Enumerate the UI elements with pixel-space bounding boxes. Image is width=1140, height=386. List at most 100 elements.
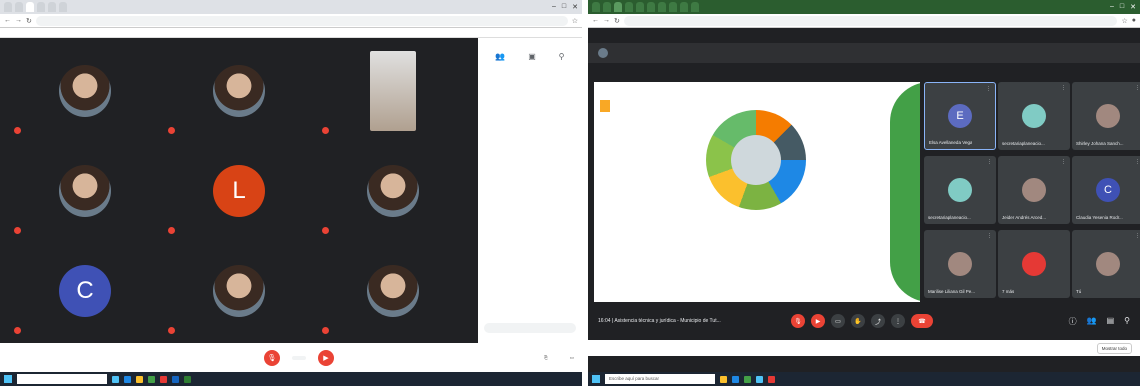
windows-start-icon[interactable] [4, 375, 12, 383]
participant-tile[interactable]: ⋮ secretariaplaneacio... [998, 82, 1070, 150]
maximize-icon[interactable]: □ [1120, 3, 1124, 11]
present-icon[interactable]: ▭ [570, 355, 574, 361]
browser-tab-active[interactable] [614, 2, 622, 12]
more-options-icon[interactable]: ⋮ [891, 314, 905, 328]
forward-icon[interactable]: → [15, 17, 22, 24]
mic-toggle-icon[interactable]: 🎙 [264, 349, 280, 366]
participant-tile[interactable]: C ⋮ Claudia Yesenia Rodr... [1072, 156, 1140, 224]
participant-tile[interactable]: ⋮ Shirley Johana Sanch... [1072, 82, 1140, 150]
reload-icon[interactable]: ↻ [26, 17, 32, 25]
browser-tab[interactable] [647, 2, 655, 12]
browser-tab-active[interactable] [26, 2, 34, 12]
mic-toggle-icon[interactable]: 🎙 [791, 314, 805, 328]
participant-photo [59, 165, 111, 217]
people-icon[interactable]: 👥 [495, 52, 505, 61]
camera-toggle-icon[interactable]: ▶ [811, 314, 825, 328]
taskbar-app-icon[interactable] [732, 375, 739, 383]
participant-tile[interactable]: ⋮ Marilise Liliana Gil Pe... [924, 230, 996, 298]
participant-tile[interactable] [10, 42, 160, 140]
right-url-bar: ← → ↻ ☆ ● [588, 14, 1140, 28]
participant-tile[interactable]: E ⋮ Elsa Avellaneda Vega [924, 82, 996, 150]
browser-tab[interactable] [592, 2, 600, 12]
more-participants-tile[interactable]: 7 más [998, 230, 1070, 298]
info-icon[interactable]: ⓘ [1069, 316, 1077, 327]
back-icon[interactable]: ← [4, 17, 11, 24]
show-all-downloads-button[interactable]: Mostrar todo [1096, 342, 1132, 354]
participant-tile[interactable] [318, 242, 468, 340]
address-input[interactable] [35, 15, 568, 26]
taskbar-app-icon[interactable] [184, 375, 191, 383]
taskbar-search-input[interactable]: Escribe aquí para buscar [605, 374, 715, 384]
chat-side-panel: 👥 ▣ ⚲ [478, 38, 582, 343]
browser-tab[interactable] [625, 2, 633, 12]
address-input[interactable] [623, 15, 1118, 26]
more-options-icon[interactable]: ⋮ [986, 86, 991, 92]
self-tile[interactable]: ⋮ Tú [1072, 230, 1140, 298]
chat-icon[interactable]: ▤ [1107, 316, 1115, 327]
participant-tile[interactable]: ⋮ secretariaplaneacio... [924, 156, 996, 224]
taskbar-app-icon[interactable] [172, 375, 179, 383]
taskbar-app-icon[interactable] [756, 375, 763, 383]
browser-tab[interactable] [48, 2, 56, 12]
hang-up-button[interactable]: ☎ [911, 314, 933, 328]
captions-icon[interactable]: ▭ [831, 314, 845, 328]
browser-tab[interactable] [59, 2, 67, 12]
browser-tab[interactable] [680, 2, 688, 12]
participant-tile[interactable]: ⋮ Jeider Andrés Arced... [998, 156, 1070, 224]
back-icon[interactable]: ← [592, 17, 599, 24]
participant-tile[interactable] [10, 142, 160, 240]
taskbar-app-icon[interactable] [124, 375, 131, 383]
close-icon[interactable]: ✕ [1130, 3, 1136, 11]
more-options-icon[interactable]: ⋮ [1135, 85, 1140, 91]
more-options-icon[interactable]: ⋮ [1135, 159, 1140, 165]
hang-up-button[interactable] [292, 355, 306, 360]
forward-icon[interactable]: → [603, 17, 610, 24]
chat-input[interactable] [484, 323, 576, 333]
activities-icon[interactable]: ⚲ [559, 52, 565, 61]
more-options-icon[interactable]: ⋮ [1061, 85, 1066, 91]
browser-tab[interactable] [15, 2, 23, 12]
browser-tab[interactable] [691, 2, 699, 12]
participant-tile[interactable] [318, 142, 468, 240]
participant-tile[interactable]: L [164, 142, 314, 240]
taskbar-app-icon[interactable] [160, 375, 167, 383]
close-icon[interactable]: ✕ [572, 3, 578, 11]
browser-tab[interactable] [4, 2, 12, 12]
people-icon[interactable]: 👥 [1087, 316, 1097, 327]
taskbar-app-icon[interactable] [768, 375, 775, 383]
taskbar-app-icon[interactable] [148, 375, 155, 383]
participant-tile[interactable] [164, 42, 314, 140]
chat-icon[interactable]: ▣ [528, 52, 536, 61]
raise-hand-icon[interactable]: ✋ [851, 314, 865, 328]
profile-icon[interactable]: ● [1132, 17, 1136, 24]
browser-tab[interactable] [37, 2, 45, 12]
minimize-icon[interactable]: – [1110, 3, 1114, 11]
browser-tab[interactable] [658, 2, 666, 12]
taskbar-search-input[interactable] [17, 374, 107, 384]
participant-tile[interactable] [318, 42, 468, 140]
windows-start-icon[interactable] [592, 375, 600, 383]
participant-tile[interactable]: C [10, 242, 160, 340]
browser-tab[interactable] [636, 2, 644, 12]
taskbar-app-icon[interactable] [744, 375, 751, 383]
reload-icon[interactable]: ↻ [614, 17, 620, 25]
mic-off-icon [14, 327, 21, 334]
browser-tab[interactable] [669, 2, 677, 12]
more-options-icon[interactable]: ⋮ [987, 159, 992, 165]
maximize-icon[interactable]: □ [562, 3, 566, 11]
browser-tab[interactable] [603, 2, 611, 12]
taskbar-app-icon[interactable] [720, 375, 727, 383]
present-icon[interactable]: ⤴ [871, 314, 885, 328]
taskbar-app-icon[interactable] [136, 375, 143, 383]
captions-icon[interactable]: ⎘ [544, 355, 548, 361]
camera-toggle-icon[interactable]: ▶ [318, 349, 334, 366]
star-icon[interactable]: ☆ [1121, 17, 1127, 25]
participant-tile[interactable] [164, 242, 314, 340]
more-options-icon[interactable]: ⋮ [1061, 159, 1066, 165]
taskbar-app-icon[interactable] [112, 375, 119, 383]
activities-icon[interactable]: ⚲ [1124, 316, 1130, 327]
more-options-icon[interactable]: ⋮ [987, 233, 992, 239]
minimize-icon[interactable]: – [552, 3, 556, 11]
more-options-icon[interactable]: ⋮ [1135, 233, 1140, 239]
star-icon[interactable]: ☆ [572, 17, 578, 25]
